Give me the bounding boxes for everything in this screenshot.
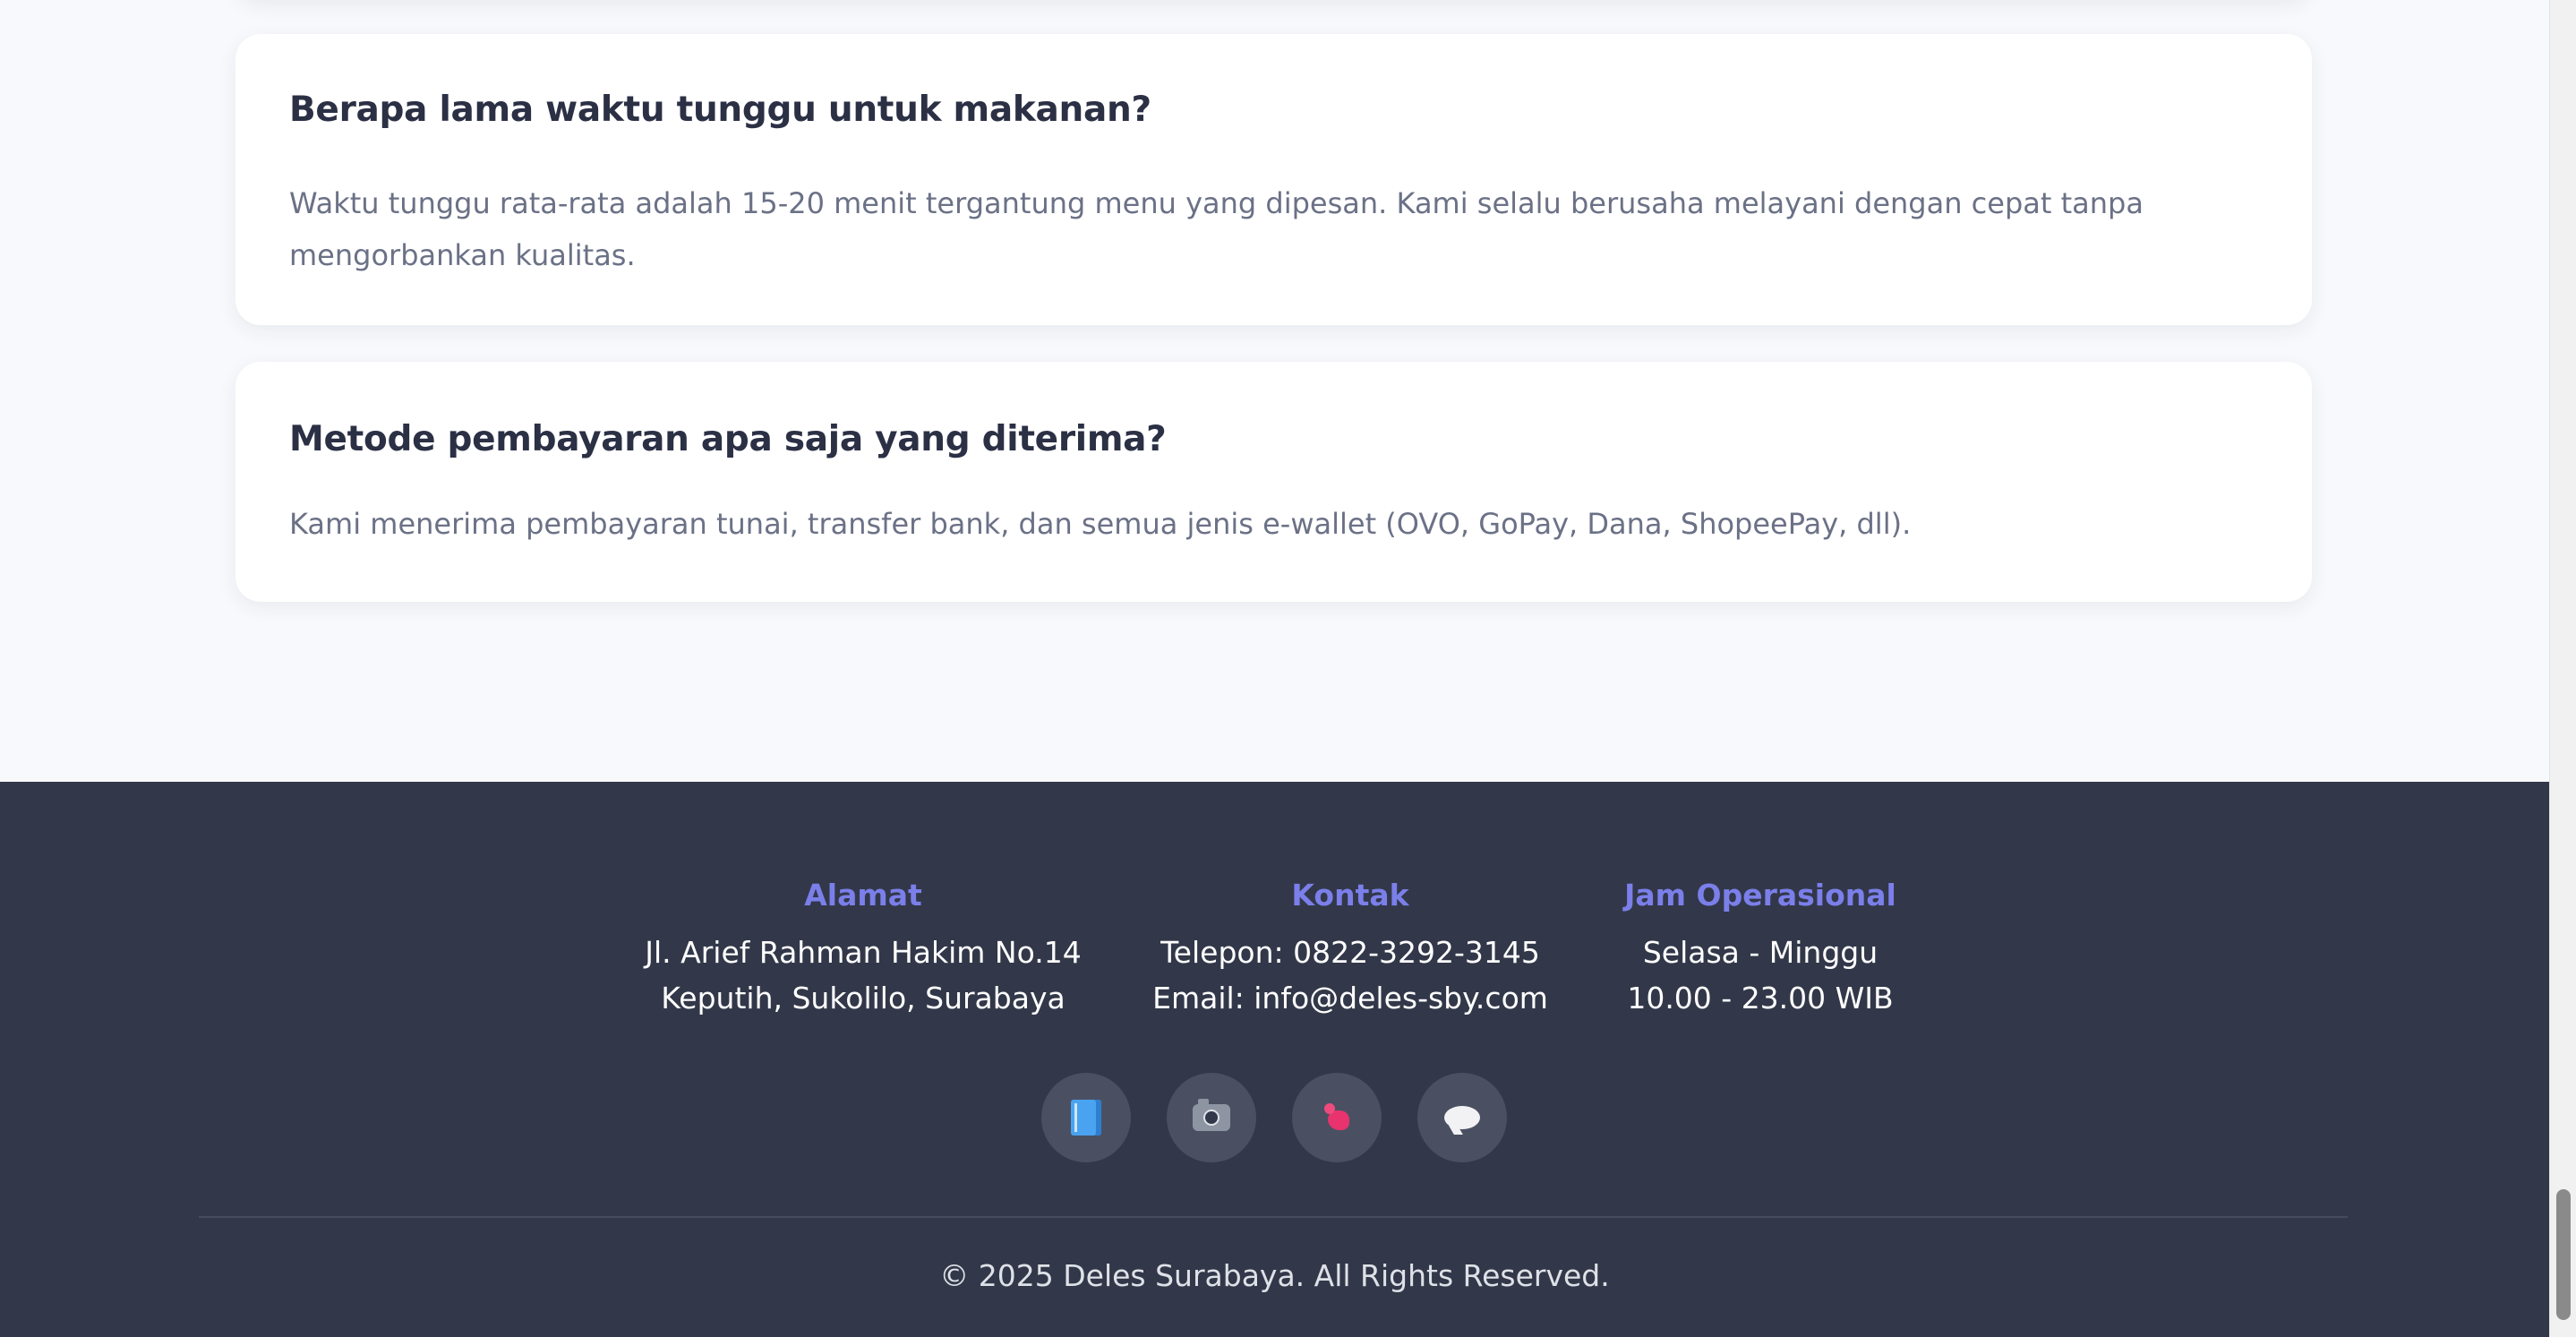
speech-bubble-icon bbox=[1444, 1106, 1480, 1129]
faq-question: Berapa lama waktu tunggu untuk makanan? bbox=[289, 90, 1151, 130]
social-link-bird[interactable] bbox=[1292, 1073, 1382, 1162]
faq-card: Berapa lama waktu tunggu untuk makanan? … bbox=[235, 34, 2312, 325]
social-link-camera[interactable] bbox=[1167, 1073, 1256, 1162]
social-link-chat[interactable] bbox=[1417, 1073, 1507, 1162]
site-footer: Alamat Jl. Arief Rahman Hakim No.14 Kepu… bbox=[0, 782, 2549, 1337]
footer-hours-days: Selasa - Minggu bbox=[1642, 935, 1879, 970]
social-links bbox=[1041, 1073, 1507, 1162]
page: Berapa lama waktu tunggu untuk makanan? … bbox=[0, 0, 2549, 1337]
faq-section: Berapa lama waktu tunggu untuk makanan? … bbox=[0, 0, 2549, 782]
faq-answer: Kami menerima pembayaran tunai, transfer… bbox=[289, 507, 1912, 541]
scrollbar-thumb[interactable] bbox=[2556, 1189, 2571, 1320]
copyright-text: © 2025 Deles Surabaya. All Rights Reserv… bbox=[939, 1258, 1610, 1293]
footer-divider bbox=[199, 1216, 2348, 1218]
footer-hours-title: Jam Operasional bbox=[1624, 878, 1896, 913]
vertical-scrollbar[interactable] bbox=[2549, 0, 2576, 1337]
social-link-book[interactable] bbox=[1041, 1073, 1131, 1162]
footer-hours-time: 10.00 - 23.00 WIB bbox=[1627, 981, 1894, 1016]
faq-card: Metode pembayaran apa saja yang diterima… bbox=[235, 362, 2312, 602]
bird-icon bbox=[1324, 1101, 1349, 1134]
faq-answer: Waktu tunggu rata-rata adalah 15-20 meni… bbox=[289, 186, 2144, 272]
faq-question: Metode pembayaran apa saja yang diterima… bbox=[289, 419, 1167, 459]
camera-icon bbox=[1193, 1099, 1230, 1131]
book-icon bbox=[1071, 1100, 1101, 1136]
